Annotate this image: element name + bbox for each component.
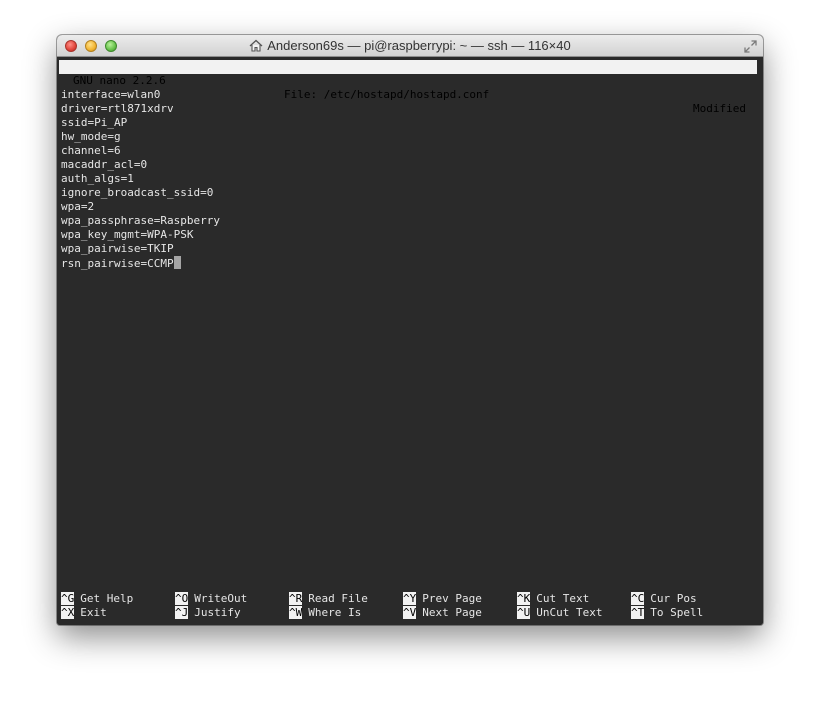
nano-modified-status: Modified xyxy=(693,102,746,115)
text-line[interactable]: ssid=Pi_AP xyxy=(61,116,220,130)
text-line[interactable]: interface=wlan0 xyxy=(61,88,220,102)
text-line[interactable]: wpa=2 xyxy=(61,200,220,214)
shortcut-label: Cur Pos xyxy=(650,592,697,605)
shortcut-item[interactable]: ^C Cur Pos xyxy=(631,592,697,606)
text-line-content: hw_mode=g xyxy=(61,130,121,143)
text-line-content: ignore_broadcast_ssid=0 xyxy=(61,186,214,199)
text-line-content: auth_algs=1 xyxy=(61,172,134,185)
text-line-content: ssid=Pi_AP xyxy=(61,116,128,129)
shortcut-item[interactable]: ^T To Spell xyxy=(631,606,703,620)
title-bar[interactable]: Anderson69s — pi@raspberrypi: ~ — ssh — … xyxy=(57,35,763,57)
shortcut-item[interactable]: ^Y Prev Page xyxy=(403,592,482,606)
zoom-button[interactable] xyxy=(105,40,117,52)
text-line-content: driver=rtl871xdrv xyxy=(61,102,174,115)
shortcut-label: Cut Text xyxy=(536,592,590,605)
text-line[interactable]: wpa_pairwise=TKIP xyxy=(61,242,220,256)
shortcut-label: WriteOut xyxy=(194,592,248,605)
shortcut-item[interactable]: ^G Get Help xyxy=(61,592,133,606)
shortcut-item[interactable]: ^X Exit xyxy=(61,606,107,620)
close-button[interactable] xyxy=(65,40,77,52)
fullscreen-icon[interactable] xyxy=(744,40,757,53)
text-line-content: wpa_key_mgmt=WPA-PSK xyxy=(61,228,194,241)
nano-version: GNU nano 2.2.6 xyxy=(73,74,166,87)
shortcut-key: ^O xyxy=(175,592,189,605)
home-icon xyxy=(249,39,263,52)
shortcut-key: ^C xyxy=(631,592,645,605)
text-line-content: wpa_pairwise=TKIP xyxy=(61,242,174,255)
shortcut-item[interactable]: ^U UnCut Text xyxy=(517,606,602,620)
shortcut-key: ^K xyxy=(517,592,531,605)
text-line[interactable]: wpa_key_mgmt=WPA-PSK xyxy=(61,228,220,242)
nano-shortcut-bar: ^G Get Help ^O WriteOut ^R Read File ^Y Prev Pa… xyxy=(61,592,761,620)
shortcut-key: ^J xyxy=(175,606,189,619)
shortcut-key: ^V xyxy=(403,606,417,619)
shortcut-label: Exit xyxy=(80,606,107,619)
text-line-content: channel=6 xyxy=(61,144,121,157)
shortcut-key: ^R xyxy=(289,592,303,605)
shortcut-label: Read File xyxy=(308,592,368,605)
shortcut-item[interactable]: ^W Where Is xyxy=(289,606,361,620)
terminal-window: Anderson69s — pi@raspberrypi: ~ — ssh — … xyxy=(57,35,763,625)
text-line-content: wpa=2 xyxy=(61,200,95,213)
text-line-content: macaddr_acl=0 xyxy=(61,158,148,171)
shortcut-item[interactable]: ^K Cut Text xyxy=(517,592,589,606)
file-content[interactable]: interface=wlan0 driver=rtl871xdrv ssid=Pi_… xyxy=(61,88,220,270)
shortcut-item[interactable]: ^V Next Page xyxy=(403,606,482,620)
text-line[interactable]: macaddr_acl=0 xyxy=(61,158,220,172)
text-line-content: rsn_pairwise=CCMP xyxy=(61,257,174,270)
shortcut-label: Get Help xyxy=(80,592,134,605)
nano-header-bar: GNU nano 2.2.6 File: /etc/hostapd/hostap… xyxy=(59,60,757,115)
shortcut-key: ^X xyxy=(61,606,75,619)
shortcut-label: Prev Page xyxy=(422,592,482,605)
shortcut-label: Where Is xyxy=(308,606,362,619)
window-title: Anderson69s — pi@raspberrypi: ~ — ssh — … xyxy=(267,38,571,53)
shortcut-key: ^Y xyxy=(403,592,417,605)
text-line-content: wpa_passphrase=Raspberry xyxy=(61,214,220,227)
text-line[interactable]: rsn_pairwise=CCMP xyxy=(61,256,220,270)
shortcut-key: ^U xyxy=(517,606,531,619)
nano-filename: File: /etc/hostapd/hostapd.conf xyxy=(284,88,490,101)
text-line[interactable]: driver=rtl871xdrv xyxy=(61,102,220,116)
text-line[interactable]: auth_algs=1 xyxy=(61,172,220,186)
text-cursor xyxy=(173,256,181,269)
shortcut-label: To Spell xyxy=(650,606,704,619)
shortcut-key: ^T xyxy=(631,606,645,619)
shortcut-item[interactable]: ^R Read File xyxy=(289,592,368,606)
text-line[interactable]: hw_mode=g xyxy=(61,130,220,144)
shortcut-item[interactable]: ^O WriteOut xyxy=(175,592,247,606)
shortcut-label: Next Page xyxy=(422,606,482,619)
window-title-area: Anderson69s — pi@raspberrypi: ~ — ssh — … xyxy=(57,35,763,57)
shortcut-key: ^G xyxy=(61,592,75,605)
shortcut-key: ^W xyxy=(289,606,303,619)
shortcut-label: Justify xyxy=(194,606,241,619)
minimize-button[interactable] xyxy=(85,40,97,52)
text-line[interactable]: channel=6 xyxy=(61,144,220,158)
text-line-content: interface=wlan0 xyxy=(61,88,161,101)
terminal-area[interactable]: GNU nano 2.2.6 File: /etc/hostapd/hostap… xyxy=(57,57,763,625)
shortcut-item[interactable]: ^J Justify xyxy=(175,606,241,620)
text-line[interactable]: ignore_broadcast_ssid=0 xyxy=(61,186,220,200)
shortcut-label: UnCut Text xyxy=(536,606,603,619)
text-line[interactable]: wpa_passphrase=Raspberry xyxy=(61,214,220,228)
